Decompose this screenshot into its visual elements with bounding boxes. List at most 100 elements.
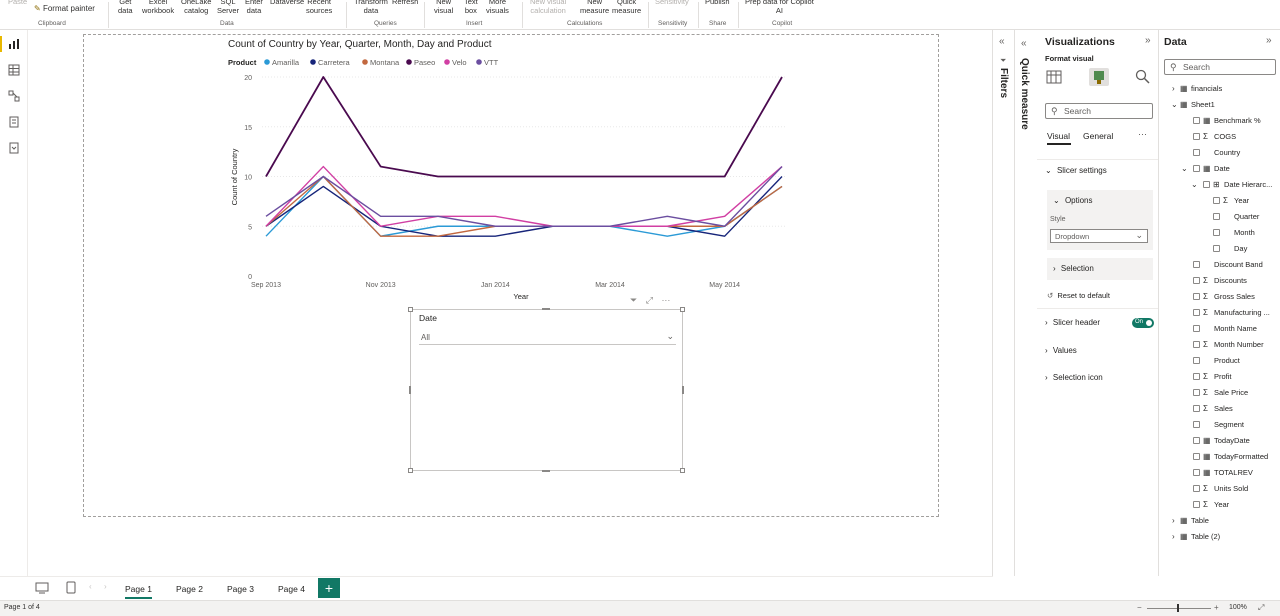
resize-handle[interactable] (542, 308, 550, 310)
resize-handle[interactable] (680, 307, 685, 312)
field-checkbox[interactable] (1193, 309, 1200, 316)
field-item[interactable]: Discount Band (1160, 257, 1280, 273)
ribbon-button[interactable]: New measure (580, 0, 609, 15)
expand-left-icon[interactable]: « (1021, 38, 1027, 49)
add-page-button[interactable]: + (318, 578, 340, 598)
scroll-right-icon[interactable]: › (104, 582, 107, 591)
table-view-icon[interactable] (8, 64, 20, 76)
ribbon-button[interactable]: Transform data (354, 0, 388, 15)
chart-legend[interactable]: Amarilla Carretera Montana Paseo Velo VTT (264, 58, 499, 67)
report-view-icon[interactable] (8, 38, 20, 50)
field-checkbox[interactable] (1193, 133, 1200, 140)
zoom-slider-thumb[interactable] (1177, 604, 1179, 612)
tab-general[interactable]: General (1083, 131, 1113, 141)
field-checkbox[interactable] (1213, 229, 1220, 236)
ribbon-button[interactable]: Excel workbook (142, 0, 174, 15)
field-item[interactable]: Σ Profit (1160, 369, 1280, 385)
tab-page-4[interactable]: Page 4 (278, 584, 305, 594)
field-item[interactable]: Σ Year (1160, 497, 1280, 513)
zoom-out-icon[interactable]: − (1137, 603, 1142, 612)
field-item[interactable]: Σ Gross Sales (1160, 289, 1280, 305)
ribbon-button[interactable]: SQL Server (217, 0, 239, 15)
more-options-icon[interactable]: ··· (661, 295, 670, 305)
resize-handle[interactable] (542, 470, 550, 472)
field-checkbox[interactable] (1213, 245, 1220, 252)
field-item[interactable]: Month Name (1160, 321, 1280, 337)
legend-item[interactable]: Montana (370, 58, 400, 67)
tab-page-3[interactable]: Page 3 (227, 584, 254, 594)
filter-icon[interactable]: ⏷ (630, 295, 637, 305)
field-checkbox[interactable] (1193, 165, 1200, 172)
chevron-down-icon[interactable]: ⌄ (1181, 161, 1188, 177)
expand-left-icon[interactable]: « (999, 36, 1005, 47)
field-item[interactable]: Σ Manufacturing ... (1160, 305, 1280, 321)
tab-visual[interactable]: Visual (1047, 131, 1070, 141)
ribbon-button[interactable]: Recent sources (306, 0, 332, 15)
data-search-input[interactable]: ⚲ Search (1164, 59, 1276, 75)
field-checkbox[interactable] (1193, 293, 1200, 300)
collapse-right-icon[interactable]: » (1266, 35, 1272, 46)
format-search-input[interactable]: ⚲ Search (1045, 103, 1153, 119)
chevron-down-icon[interactable]: ⌄ (1191, 177, 1198, 193)
ribbon-button[interactable]: Quick measure (612, 0, 641, 15)
field-item[interactable]: ▦ TOTALREV (1160, 465, 1280, 481)
ribbon-button[interactable]: Publish (705, 0, 730, 6)
slicer-settings-section[interactable]: ⌄ Slicer settings (1045, 166, 1107, 175)
reset-to-default-button[interactable]: ↺ Reset to default (1047, 291, 1110, 300)
more-options-icon[interactable]: ⋯ (1138, 129, 1147, 140)
field-item[interactable]: Country (1160, 145, 1280, 161)
field-item[interactable]: Σ Sales (1160, 401, 1280, 417)
legend-item[interactable]: VTT (484, 58, 499, 67)
ribbon-button[interactable]: Paste (8, 0, 27, 6)
field-checkbox[interactable] (1193, 373, 1200, 380)
field-item[interactable]: ⌄ ▦ Date (1160, 161, 1280, 177)
series-lines[interactable] (265, 76, 783, 237)
field-checkbox[interactable] (1193, 389, 1200, 396)
field-item[interactable]: Quarter (1160, 209, 1280, 225)
field-checkbox[interactable] (1193, 405, 1200, 412)
ribbon-button[interactable]: Get data (118, 0, 133, 15)
field-checkbox[interactable] (1193, 469, 1200, 476)
field-checkbox[interactable] (1193, 485, 1200, 492)
ribbon-button[interactable]: Refresh (392, 0, 418, 6)
resize-handle[interactable] (408, 307, 413, 312)
field-checkbox[interactable] (1213, 213, 1220, 220)
field-checkbox[interactable] (1193, 117, 1200, 124)
legend-item[interactable]: Velo (452, 58, 467, 67)
table-table[interactable]: › ▦ Table (1160, 513, 1280, 529)
field-checkbox[interactable] (1193, 501, 1200, 508)
field-item[interactable]: Σ Sale Price (1160, 385, 1280, 401)
field-checkbox[interactable] (1193, 341, 1200, 348)
scroll-left-icon[interactable]: ‹ (89, 582, 92, 591)
series-line-amarilla[interactable] (265, 175, 783, 237)
filters-pane-collapsed[interactable]: « ⏷ Filters (994, 30, 1015, 576)
dax-query-icon[interactable] (8, 116, 20, 128)
field-item[interactable]: ▦ TodayFormatted (1160, 449, 1280, 465)
mobile-layout-icon[interactable] (66, 581, 76, 594)
quick-measure-label[interactable]: Quick measure (1019, 58, 1030, 130)
field-checkbox[interactable] (1193, 325, 1200, 332)
tab-page-2[interactable]: Page 2 (176, 584, 203, 594)
field-checkbox[interactable] (1203, 181, 1210, 188)
table-sheet1[interactable]: ⌄ ▦ Sheet1 (1160, 97, 1280, 113)
resize-handle[interactable] (680, 468, 685, 473)
ribbon-button[interactable]: Text box (464, 0, 478, 15)
quick-measure-strip[interactable]: « Quick measure (1015, 30, 1037, 576)
ribbon-button[interactable]: Dataverse (270, 0, 304, 6)
build-visual-icon[interactable] (1046, 70, 1062, 84)
series-line-carretera[interactable] (265, 176, 783, 237)
filters-label[interactable]: Filters (998, 68, 1009, 98)
field-item[interactable]: Σ Month Number (1160, 337, 1280, 353)
slicer-header-toggle[interactable]: On (1132, 318, 1154, 328)
line-chart[interactable]: Count of Country by Year, Quarter, Month… (84, 35, 940, 305)
field-checkbox[interactable] (1193, 277, 1200, 284)
resize-handle[interactable] (409, 386, 411, 394)
resize-handle[interactable] (408, 468, 413, 473)
field-item[interactable]: ⌄ ⊞ Date Hierarc... (1160, 177, 1280, 193)
format-painter-button[interactable]: ✎ Format painter (34, 4, 95, 13)
field-checkbox[interactable] (1193, 261, 1200, 268)
field-item[interactable]: Σ COGS (1160, 129, 1280, 145)
ribbon-button[interactable]: Sensitivity (655, 0, 689, 6)
table-financials[interactable]: › ▦ financials (1160, 81, 1280, 97)
legend-item[interactable]: Amarilla (272, 58, 300, 67)
